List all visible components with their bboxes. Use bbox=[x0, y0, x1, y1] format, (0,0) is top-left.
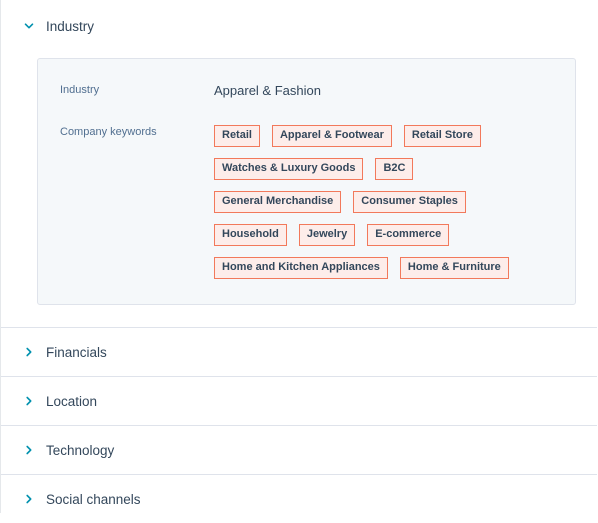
section-technology: Technology bbox=[0, 426, 598, 474]
section-header-social-channels[interactable]: Social channels bbox=[0, 475, 598, 523]
chevron-right-icon bbox=[24, 445, 34, 455]
section-header-location[interactable]: Location bbox=[0, 377, 598, 425]
section-header-financials[interactable]: Financials bbox=[0, 328, 598, 376]
keyword-tag[interactable]: General Merchandise bbox=[214, 191, 342, 213]
chevron-right-icon bbox=[24, 347, 34, 357]
keyword-tag[interactable]: E-commerce bbox=[367, 224, 450, 246]
industry-value: Apparel & Fashion bbox=[214, 82, 321, 98]
section-title: Social channels bbox=[46, 491, 141, 507]
chevron-down-icon bbox=[24, 21, 34, 31]
section-title: Location bbox=[46, 393, 98, 409]
section-social-channels: Social channels bbox=[0, 475, 598, 523]
keywords-row: Company keywords Retail Apparel & Footwe… bbox=[38, 125, 575, 290]
section-title: Industry bbox=[46, 18, 95, 34]
section-location: Location bbox=[0, 377, 598, 425]
keyword-tag[interactable]: Retail bbox=[214, 125, 260, 147]
section-industry: Industry Industry Apparel & Fashion Comp… bbox=[0, 0, 598, 327]
keyword-tag[interactable]: Watches & Luxury Goods bbox=[214, 158, 364, 180]
section-title: Financials bbox=[46, 344, 107, 360]
chevron-right-icon bbox=[24, 396, 34, 406]
keyword-tag-list: Retail Apparel & Footwear Retail Store W… bbox=[214, 125, 534, 290]
keywords-label: Company keywords bbox=[60, 126, 157, 138]
keyword-tag[interactable]: Consumer Staples bbox=[353, 191, 466, 213]
section-header-industry[interactable]: Industry bbox=[0, 0, 598, 52]
keyword-tag[interactable]: Household bbox=[214, 224, 287, 246]
chevron-right-icon bbox=[24, 494, 34, 504]
industry-row: Industry Apparel & Fashion bbox=[38, 75, 575, 105]
section-header-technology[interactable]: Technology bbox=[0, 426, 598, 474]
keyword-tag[interactable]: Home & Furniture bbox=[399, 257, 509, 279]
section-financials: Financials bbox=[0, 328, 598, 376]
keyword-tag[interactable]: Home and Kitchen Appliances bbox=[214, 257, 388, 279]
keyword-tag[interactable]: Retail Store bbox=[403, 125, 482, 147]
industry-details-card: Industry Apparel & Fashion Company keywo… bbox=[37, 58, 576, 305]
keyword-tag[interactable]: Jewelry bbox=[298, 224, 356, 246]
industry-label: Industry bbox=[60, 84, 100, 96]
keyword-tag[interactable]: B2C bbox=[375, 158, 414, 180]
section-title: Technology bbox=[46, 442, 115, 458]
keyword-tag[interactable]: Apparel & Footwear bbox=[271, 125, 392, 147]
